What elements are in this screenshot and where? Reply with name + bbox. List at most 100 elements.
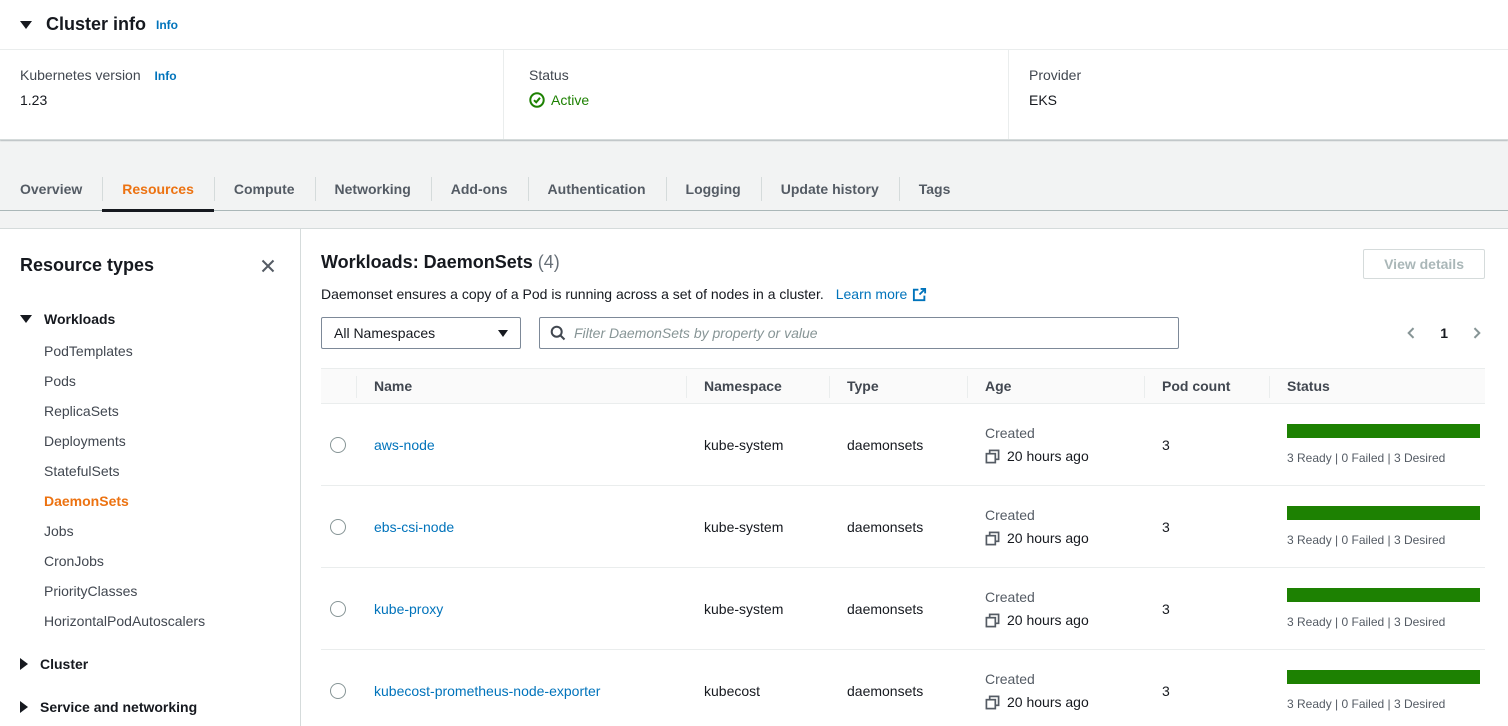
- tree-item-label: StatefulSets: [44, 463, 120, 479]
- view-details-button[interactable]: View details: [1363, 249, 1485, 279]
- namespace-cell: kube-system: [686, 519, 829, 535]
- external-link-icon: [912, 287, 927, 302]
- row-radio-button[interactable]: [330, 601, 346, 617]
- tree-item-label: Jobs: [44, 523, 74, 539]
- tree-item-label: DaemonSets: [44, 493, 129, 509]
- sidebar-item-podtemplates[interactable]: PodTemplates: [20, 336, 276, 366]
- row-radio-button[interactable]: [330, 519, 346, 535]
- tree-item-label: HorizontalPodAutoscalers: [44, 613, 205, 629]
- learn-more-link[interactable]: Learn more: [836, 286, 928, 302]
- table-row: kubecost-prometheus-node-exporter kubeco…: [321, 650, 1485, 726]
- cluster-info-fields: Kubernetes version Info 1.23 Status Acti…: [0, 50, 1508, 139]
- status-label: Status: [529, 67, 1008, 83]
- sidebar-item-jobs[interactable]: Jobs: [20, 516, 276, 546]
- selection-column-header: [321, 369, 356, 403]
- age-created-label: Created: [985, 507, 1144, 523]
- pod-count-cell: 3: [1144, 437, 1269, 453]
- cluster-info-info-link[interactable]: Info: [156, 18, 178, 32]
- status-value: Active: [551, 92, 589, 108]
- page-number[interactable]: 1: [1440, 325, 1448, 341]
- copy-icon[interactable]: [985, 695, 1000, 710]
- copy-icon[interactable]: [985, 449, 1000, 464]
- row-radio-button[interactable]: [330, 683, 346, 699]
- search-input[interactable]: [574, 325, 1168, 341]
- tab-add-ons[interactable]: Add-ons: [431, 168, 528, 210]
- cluster-info-card: Cluster info Info Kubernetes version Inf…: [0, 0, 1508, 140]
- column-header-name: Name: [356, 369, 686, 403]
- resource-tree: Workloads PodTemplates Pods ReplicaSets …: [20, 304, 276, 722]
- tab-label: Add-ons: [451, 181, 508, 197]
- content-title-text: Workloads: DaemonSets: [321, 252, 533, 272]
- kubernetes-version-label: Kubernetes version: [20, 67, 141, 83]
- pagination: 1: [1403, 324, 1485, 342]
- close-icon[interactable]: [260, 258, 276, 274]
- tab-resources[interactable]: Resources: [102, 168, 214, 210]
- daemonset-name-link[interactable]: aws-node: [374, 437, 435, 453]
- tab-label: Logging: [686, 181, 741, 197]
- pod-count-cell: 3: [1144, 601, 1269, 617]
- tab-update-history[interactable]: Update history: [761, 168, 899, 210]
- sidebar-item-pods[interactable]: Pods: [20, 366, 276, 396]
- provider-field: Provider EKS: [1008, 50, 1508, 139]
- previous-page-icon[interactable]: [1403, 324, 1420, 342]
- tab-overview[interactable]: Overview: [20, 168, 102, 210]
- column-header-age: Age: [967, 369, 1144, 403]
- status-progress-bar: [1287, 424, 1480, 438]
- copy-icon[interactable]: [985, 531, 1000, 546]
- tree-item-label: Deployments: [44, 433, 126, 449]
- tab-authentication[interactable]: Authentication: [528, 168, 666, 210]
- kubernetes-version-info-link[interactable]: Info: [155, 69, 177, 83]
- status-cell: 3 Ready | 0 Failed | 3 Desired: [1269, 588, 1484, 629]
- type-cell: daemonsets: [829, 519, 967, 535]
- tab-logging[interactable]: Logging: [666, 168, 761, 210]
- type-cell: daemonsets: [829, 437, 967, 453]
- tab-label: Resources: [122, 181, 194, 197]
- provider-value: EKS: [1029, 92, 1508, 108]
- sidebar-item-deployments[interactable]: Deployments: [20, 426, 276, 456]
- pod-count-cell: 3: [1144, 519, 1269, 535]
- tabs-band: Overview Resources Compute Networking Ad…: [0, 140, 1508, 211]
- sidebar-item-priorityclasses[interactable]: PriorityClasses: [20, 576, 276, 606]
- status-text: 3 Ready | 0 Failed | 3 Desired: [1287, 451, 1484, 465]
- column-header-namespace: Namespace: [686, 369, 829, 403]
- daemonset-name-link[interactable]: kube-proxy: [374, 601, 443, 617]
- type-cell: daemonsets: [829, 683, 967, 699]
- copy-icon[interactable]: [985, 613, 1000, 628]
- table-row: ebs-csi-node kube-system daemonsets Crea…: [321, 486, 1485, 568]
- age-cell: Created 20 hours ago: [967, 671, 1144, 710]
- daemonsets-table: Name Namespace Type Age Pod count Status…: [321, 368, 1485, 726]
- daemonset-name-link[interactable]: kubecost-prometheus-node-exporter: [374, 683, 600, 699]
- triangle-down-icon: [20, 315, 32, 323]
- age-created-label: Created: [985, 589, 1144, 605]
- age-cell: Created 20 hours ago: [967, 425, 1144, 464]
- status-cell: 3 Ready | 0 Failed | 3 Desired: [1269, 506, 1484, 547]
- tree-group-label: Cluster: [40, 656, 88, 672]
- tree-item-label: PriorityClasses: [44, 583, 137, 599]
- tree-item-label: ReplicaSets: [44, 403, 119, 419]
- collapse-triangle-icon[interactable]: [20, 21, 32, 29]
- sidebar-item-daemonsets[interactable]: DaemonSets: [20, 486, 276, 516]
- table-body: aws-node kube-system daemonsets Created …: [321, 404, 1485, 726]
- tab-label: Compute: [234, 181, 295, 197]
- table-row: kube-proxy kube-system daemonsets Create…: [321, 568, 1485, 650]
- tree-group-service-networking[interactable]: Service and networking: [20, 692, 276, 722]
- tab-networking[interactable]: Networking: [315, 168, 431, 210]
- namespace-dropdown[interactable]: All Namespaces: [321, 317, 521, 349]
- row-radio-button[interactable]: [330, 437, 346, 453]
- tree-group-workloads[interactable]: Workloads: [20, 304, 276, 334]
- tree-item-label: CronJobs: [44, 553, 104, 569]
- tree-group-cluster[interactable]: Cluster: [20, 649, 276, 679]
- tab-compute[interactable]: Compute: [214, 168, 315, 210]
- pod-count-cell: 3: [1144, 683, 1269, 699]
- sidebar-item-replicasets[interactable]: ReplicaSets: [20, 396, 276, 426]
- daemonset-name-link[interactable]: ebs-csi-node: [374, 519, 454, 535]
- sidebar-item-horizontalpodautoscalers[interactable]: HorizontalPodAutoscalers: [20, 606, 276, 636]
- column-header-type: Type: [829, 369, 967, 403]
- tab-tags[interactable]: Tags: [899, 168, 971, 210]
- age-cell: Created 20 hours ago: [967, 589, 1144, 628]
- next-page-icon[interactable]: [1468, 324, 1485, 342]
- sidebar-item-cronjobs[interactable]: CronJobs: [20, 546, 276, 576]
- sidebar-item-statefulsets[interactable]: StatefulSets: [20, 456, 276, 486]
- chevron-down-icon: [498, 330, 508, 337]
- resource-types-sidebar: Resource types Workloads PodTemplates Po…: [0, 229, 301, 726]
